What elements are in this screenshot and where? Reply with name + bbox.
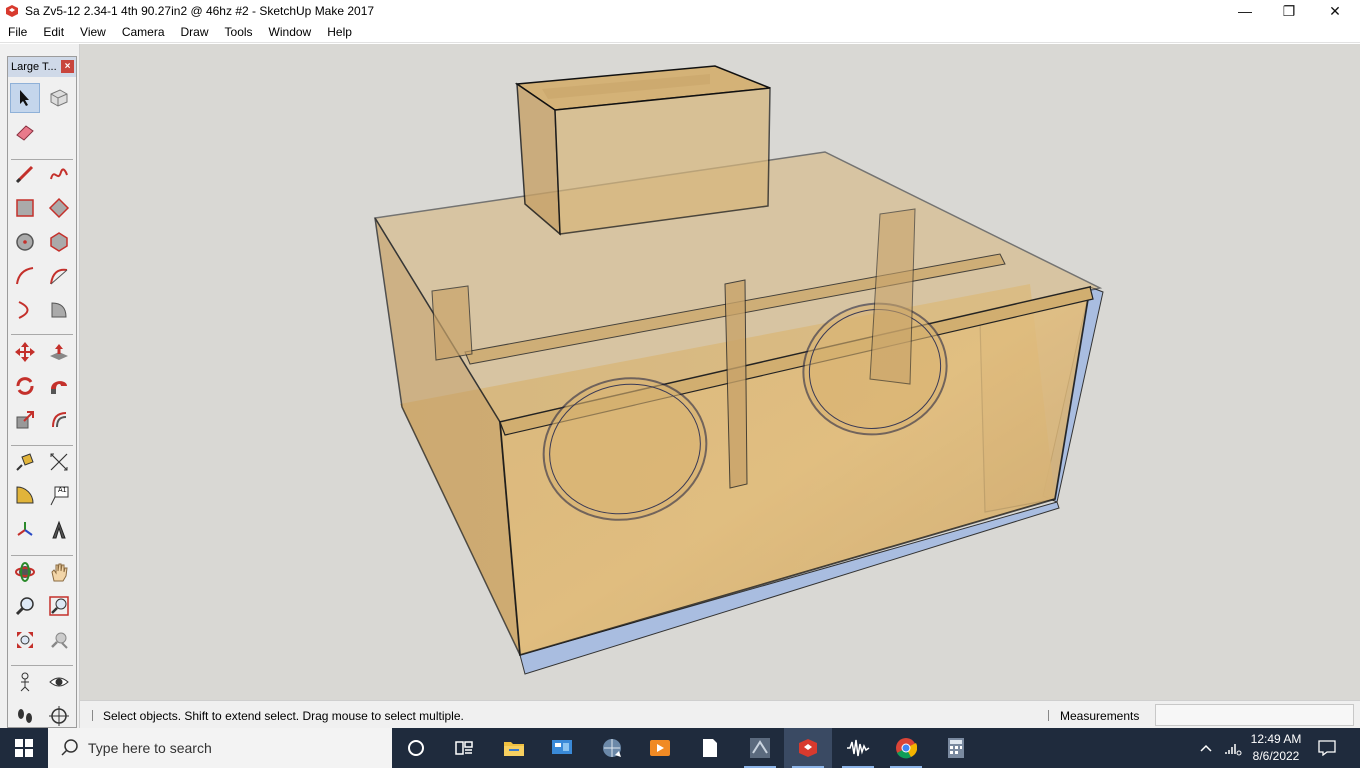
search-placeholder: Type here to search [88,740,212,756]
tape-measure-icon[interactable] [10,447,40,477]
large-tool-set-panel: Large T... × A1 [7,56,77,728]
follow-me-icon[interactable] [44,371,74,401]
three-point-arc-icon[interactable] [10,295,40,325]
pie-tool-icon[interactable] [44,295,74,325]
minimize-button[interactable]: — [1222,0,1268,22]
calculator-icon[interactable] [932,728,980,768]
menu-edit[interactable]: Edit [35,22,72,43]
gimp-icon[interactable] [736,728,784,768]
maximize-button[interactable]: ❐ [1266,0,1312,22]
zoom-extents-icon[interactable] [10,625,40,655]
windows-logo-icon [15,739,33,757]
notification-icon[interactable] [1314,736,1340,760]
rotated-rectangle-icon[interactable] [44,193,74,223]
menu-file[interactable]: File [0,22,35,43]
eraser-icon[interactable] [10,117,40,147]
axes-tool-icon[interactable] [10,515,40,545]
text-tool-icon[interactable]: A1 [44,481,74,511]
orbit-tool-icon[interactable] [10,557,40,587]
tool-separator [11,334,73,335]
sketchup-icon [5,4,19,18]
tool-separator [11,445,73,446]
status-hint: Select objects. Shift to extend select. … [103,709,464,723]
component-tool-icon[interactable] [44,83,74,113]
status-separator [92,710,93,721]
toolbar-header[interactable]: Large T... × [8,57,76,77]
menu-window[interactable]: Window [261,22,320,43]
two-point-arc-icon[interactable] [44,261,74,291]
close-button[interactable]: ✕ [1312,0,1358,22]
network-icon[interactable] [588,728,636,768]
look-around-icon[interactable] [44,667,74,697]
text-tool-label: A1 [58,487,67,494]
audio-editor-icon[interactable] [834,728,882,768]
measurements-input[interactable] [1155,704,1354,726]
speaker-box-model[interactable] [80,44,1360,700]
push-pull-icon[interactable] [44,337,74,367]
taskbar: Type here to search 12:49 AM 8/6/2022 [0,728,1360,768]
file-explorer-icon[interactable] [490,728,538,768]
freehand-tool-icon[interactable] [44,159,74,189]
select-tool-icon[interactable] [10,83,40,113]
chrome-icon[interactable] [882,728,930,768]
window-title: Sa Zv5-12 2.34-1 4th 90.27in2 @ 46hz #2 … [25,4,375,18]
menu-help[interactable]: Help [319,22,360,43]
network-tray-icon[interactable] [1222,738,1244,758]
rotate-tool-icon[interactable] [10,371,40,401]
polygon-tool-icon[interactable] [44,227,74,257]
menu-camera[interactable]: Camera [114,22,173,43]
zoom-tool-icon[interactable] [10,591,40,621]
tool-separator [11,555,73,556]
menu-draw[interactable]: Draw [173,22,217,43]
zoom-window-icon[interactable] [44,591,74,621]
dimension-tool-icon[interactable] [44,447,74,477]
cortana-icon[interactable] [392,728,440,768]
title-bar: Sa Zv5-12 2.34-1 4th 90.27in2 @ 46hz #2 … [0,0,1360,22]
status-bar: Select objects. Shift to extend select. … [80,700,1360,728]
menu-view[interactable]: View [72,22,114,43]
menu-bar: File Edit View Camera Draw Tools Window … [0,22,1360,43]
pan-tool-icon[interactable] [44,557,74,587]
media-player-icon[interactable] [636,728,684,768]
search-icon [61,739,78,756]
section-plane-icon[interactable] [44,701,74,731]
measurements-label: Measurements [1060,709,1140,723]
tool-separator [11,665,73,666]
drawing-viewport[interactable] [80,44,1360,700]
status-separator [1048,710,1049,721]
clock-time[interactable]: 12:49 AM [1250,732,1302,746]
sketchup-taskbar-icon[interactable] [784,728,832,768]
move-tool-icon[interactable] [10,337,40,367]
toolbar-close-button[interactable]: × [61,60,74,73]
scale-tool-icon[interactable] [10,405,40,435]
circle-tool-icon[interactable] [10,227,40,257]
arc-tool-icon[interactable] [10,261,40,291]
position-camera-icon[interactable] [10,667,40,697]
start-button[interactable] [0,728,48,768]
tray-chevron-icon[interactable] [1196,738,1216,758]
document-icon[interactable] [686,728,734,768]
offset-tool-icon[interactable] [44,405,74,435]
clock-date[interactable]: 8/6/2022 [1250,749,1302,763]
menu-tools[interactable]: Tools [217,22,261,43]
control-panel-icon[interactable] [538,728,586,768]
previous-view-icon[interactable] [44,625,74,655]
toolbar-title: Large T... [11,61,57,73]
walk-tool-icon[interactable] [10,701,40,731]
rectangle-tool-icon[interactable] [10,193,40,223]
protractor-icon[interactable] [10,481,40,511]
task-view-icon[interactable] [440,728,488,768]
taskbar-search[interactable]: Type here to search [48,728,392,768]
3d-text-icon[interactable] [44,515,74,545]
line-tool-icon[interactable] [10,159,40,189]
